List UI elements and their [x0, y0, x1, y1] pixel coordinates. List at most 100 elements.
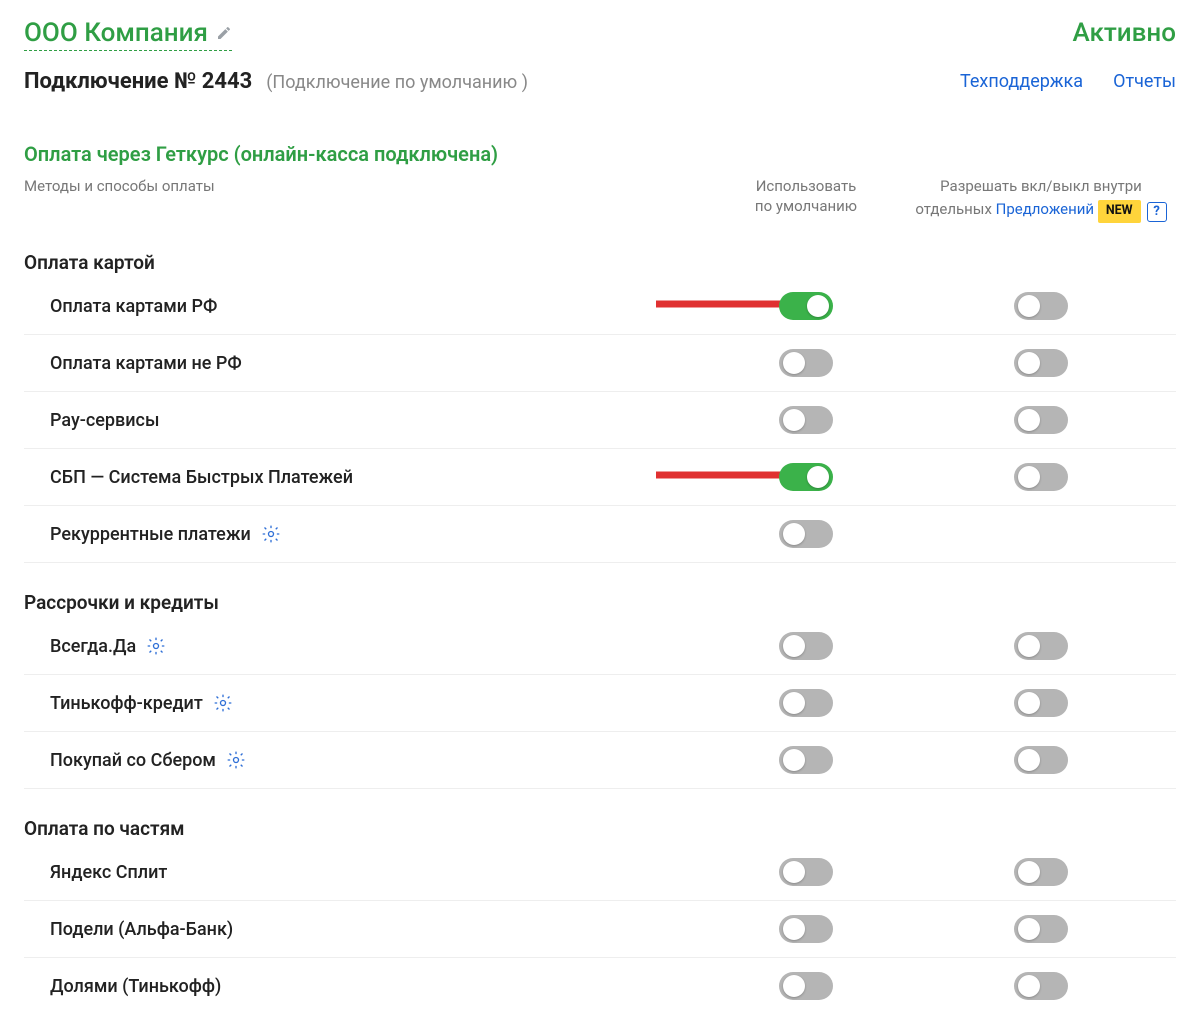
gear-icon[interactable] [213, 693, 233, 713]
method-label: Яндекс Сплит [24, 862, 706, 883]
method-label-text: Подели (Альфа-Банк) [50, 919, 233, 940]
toggle-default[interactable] [779, 520, 833, 548]
method-row: Оплата картами не РФ [24, 335, 1176, 392]
method-label: СБП — Система Быстрых Платежей [24, 467, 706, 488]
toggle-offers-cell [906, 349, 1176, 377]
toggle-default[interactable] [779, 463, 833, 491]
toggle-offers[interactable] [1014, 858, 1068, 886]
section-title: Оплата через Геткурс (онлайн-касса подкл… [24, 142, 1176, 166]
method-label: Покупай со Сбером [24, 750, 706, 771]
method-row: Всегда.Да [24, 618, 1176, 675]
toggle-offers[interactable] [1014, 972, 1068, 1000]
toggle-offers-cell [906, 632, 1176, 660]
method-label-text: Долями (Тинькофф) [50, 976, 221, 997]
col-header-default: Использовать по умолчанию [706, 176, 906, 217]
col-header-default-l2: по умолчанию [755, 197, 857, 215]
method-row: Pay-сервисы [24, 392, 1176, 449]
method-label: Тинькофф-кредит [24, 693, 706, 714]
col-header-methods: Методы и способы оплаты [24, 176, 706, 196]
method-label: Подели (Альфа-Банк) [24, 919, 706, 940]
method-row: Подели (Альфа-Банк) [24, 901, 1176, 958]
method-row: Рекуррентные платежи [24, 506, 1176, 563]
method-label: Оплата картами не РФ [24, 353, 706, 374]
connection-note: (Подключение по умолчанию ) [266, 72, 528, 93]
toggle-offers[interactable] [1014, 349, 1068, 377]
group-title: Оплата по частям [24, 817, 1176, 840]
gear-icon[interactable] [261, 524, 281, 544]
method-label-text: Всегда.Да [50, 636, 136, 657]
method-row: Яндекс Сплит [24, 844, 1176, 901]
method-row: Покупай со Сбером [24, 732, 1176, 789]
toggle-default[interactable] [779, 746, 833, 774]
toggle-offers-cell [906, 915, 1176, 943]
col-header-offers-l1: Разрешать вкл/выкл внутри [940, 177, 1142, 195]
method-label-text: Оплата картами не РФ [50, 353, 242, 374]
group-title: Оплата картой [24, 251, 1176, 274]
method-row: СБП — Система Быстрых Платежей [24, 449, 1176, 506]
toggle-default-cell [706, 406, 906, 434]
toggle-offers[interactable] [1014, 463, 1068, 491]
connection-title: Подключение № 2443 [24, 69, 252, 94]
reports-link[interactable]: Отчеты [1113, 71, 1176, 92]
col-header-offers: Разрешать вкл/выкл внутри отдельных Пред… [906, 176, 1176, 223]
support-link[interactable]: Техподдержка [960, 71, 1083, 92]
toggle-default[interactable] [779, 292, 833, 320]
method-label-text: Pay-сервисы [50, 410, 159, 431]
col-header-offers-l2a: отдельных [915, 200, 995, 218]
toggle-offers-cell [906, 689, 1176, 717]
toggle-default[interactable] [779, 972, 833, 1000]
method-label-text: Покупай со Сбером [50, 750, 216, 771]
toggle-default-cell [706, 632, 906, 660]
method-label: Всегда.Да [24, 636, 706, 657]
method-label: Рекуррентные платежи [24, 524, 706, 545]
toggle-default[interactable] [779, 406, 833, 434]
new-badge: NEW [1098, 200, 1141, 223]
toggle-offers-cell [906, 463, 1176, 491]
method-label-text: СБП — Система Быстрых Платежей [50, 467, 353, 488]
toggle-default-cell [706, 858, 906, 886]
method-row: Оплата картами РФ [24, 278, 1176, 335]
method-label: Долями (Тинькофф) [24, 976, 706, 997]
toggle-offers-cell [906, 292, 1176, 320]
col-header-default-l1: Использовать [756, 177, 857, 195]
method-row: Тинькофф-кредит [24, 675, 1176, 732]
pencil-icon[interactable] [216, 25, 232, 41]
group-title: Рассрочки и кредиты [24, 591, 1176, 614]
company-name[interactable]: ООО Компания [24, 18, 232, 51]
toggle-default-cell [706, 520, 906, 548]
toggle-default-cell [706, 292, 906, 320]
toggle-offers[interactable] [1014, 746, 1068, 774]
toggle-offers-cell [906, 406, 1176, 434]
toggle-default[interactable] [779, 858, 833, 886]
toggle-default[interactable] [779, 915, 833, 943]
toggle-default[interactable] [779, 689, 833, 717]
toggle-offers-cell [906, 972, 1176, 1000]
method-row: Долями (Тинькофф) [24, 958, 1176, 1014]
toggle-offers[interactable] [1014, 915, 1068, 943]
method-label-text: Оплата картами РФ [50, 296, 217, 317]
toggle-default-cell [706, 915, 906, 943]
method-label-text: Рекуррентные платежи [50, 524, 251, 545]
toggle-default-cell [706, 746, 906, 774]
toggle-offers[interactable] [1014, 292, 1068, 320]
method-label-text: Яндекс Сплит [50, 862, 167, 883]
toggle-default-cell [706, 972, 906, 1000]
gear-icon[interactable] [226, 750, 246, 770]
toggle-default[interactable] [779, 349, 833, 377]
toggle-offers-cell [906, 746, 1176, 774]
help-icon[interactable]: ? [1147, 202, 1167, 222]
toggle-offers[interactable] [1014, 406, 1068, 434]
gear-icon[interactable] [146, 636, 166, 656]
toggle-default[interactable] [779, 632, 833, 660]
company-name-text: ООО Компания [24, 18, 208, 48]
toggle-offers[interactable] [1014, 632, 1068, 660]
toggle-default-cell [706, 463, 906, 491]
method-label: Pay-сервисы [24, 410, 706, 431]
toggle-default-cell [706, 689, 906, 717]
status-label: Активно [1072, 18, 1176, 48]
method-label-text: Тинькофф-кредит [50, 693, 203, 714]
toggle-default-cell [706, 349, 906, 377]
toggle-offers-cell [906, 858, 1176, 886]
toggle-offers[interactable] [1014, 689, 1068, 717]
offers-link[interactable]: Предложений [996, 200, 1094, 218]
